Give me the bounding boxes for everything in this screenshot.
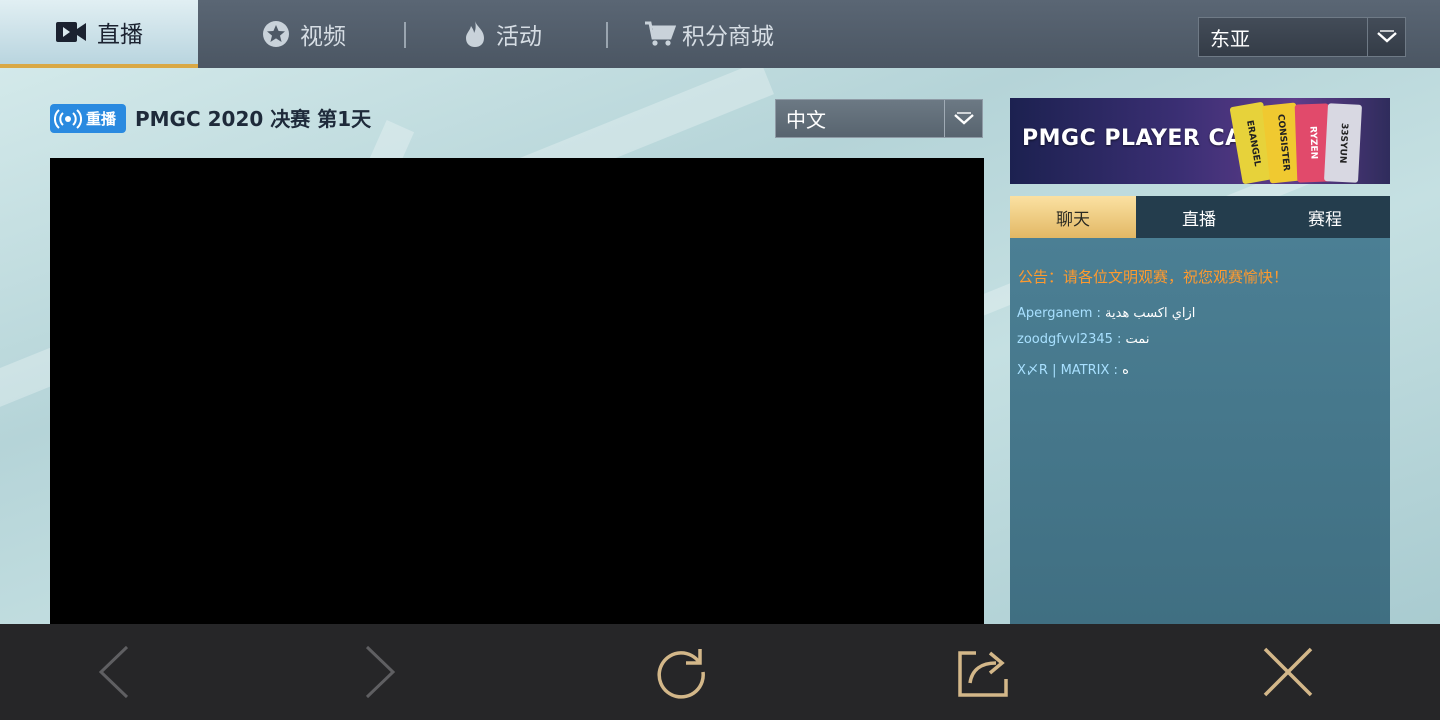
star-icon — [262, 20, 290, 48]
chat-notice: 公告：请各位文明观赛，祝您观赛愉快！ — [1018, 268, 1289, 286]
language-select[interactable]: 中文 — [775, 99, 983, 138]
back-button[interactable] — [86, 645, 142, 703]
browser-toolbar — [0, 624, 1440, 720]
player-cards-banner[interactable]: PMGC PLAYER CARDS ERANGEL CONSISTER RYZE… — [1010, 98, 1390, 184]
chevron-right-icon — [363, 645, 397, 703]
tab-video-label: 视频 — [300, 24, 346, 50]
replay-badge-label: 重播 — [86, 110, 117, 128]
tab-schedule[interactable]: 赛程 — [1262, 196, 1388, 238]
tab-separator — [606, 22, 608, 48]
side-panel-tabs: 聊天 直播 赛程 — [1010, 196, 1390, 245]
replay-badge: 重播 — [50, 104, 126, 133]
tab-video[interactable]: 视频 — [262, 0, 346, 68]
chat-text: ازاي اكسب هدية — [1105, 306, 1196, 321]
chat-text: نمت — [1125, 332, 1150, 347]
video-player[interactable] — [50, 158, 984, 624]
close-icon — [1261, 645, 1315, 703]
top-navigation: 直播 视频 活动 积分商城 东亚 — [0, 0, 1440, 68]
share-button[interactable] — [955, 646, 1011, 702]
refresh-button[interactable] — [653, 646, 709, 702]
chat-text: ه — [1122, 363, 1129, 378]
tab-separator — [404, 22, 406, 48]
chat-panel[interactable]: 公告：请各位文明观赛，祝您观赛愉快！ Aperganem : ازاي اكسب… — [1010, 238, 1390, 624]
chevron-left-icon — [97, 645, 131, 703]
close-button[interactable] — [1260, 646, 1316, 702]
forward-button[interactable] — [352, 645, 408, 703]
region-select[interactable]: 东亚 — [1198, 17, 1406, 57]
tab-event[interactable]: 活动 — [464, 0, 542, 68]
chat-username: zoodgfvvl2345 : — [1017, 332, 1122, 347]
chat-username: Aperganem : — [1017, 306, 1101, 321]
language-value: 中文 — [786, 108, 826, 132]
tab-live-list[interactable]: 直播 — [1136, 196, 1262, 238]
region-value: 东亚 — [1210, 26, 1250, 51]
chat-message: zoodgfvvl2345 : نمت — [1017, 332, 1149, 347]
flame-icon — [464, 20, 486, 48]
share-icon — [956, 645, 1010, 703]
chat-username: X〆R | MATRIX : — [1017, 363, 1118, 378]
tab-chat[interactable]: 聊天 — [1010, 196, 1136, 245]
chat-message: X〆R | MATRIX : ه — [1017, 359, 1129, 378]
tab-shop[interactable]: 积分商城 — [644, 0, 774, 68]
player-card: 33SYUN — [1323, 103, 1363, 183]
tab-live-label: 直播 — [97, 22, 143, 48]
chat-message: Aperganem : ازاي اكسب هدية — [1017, 306, 1195, 321]
stream-title: PMGC 2020 决赛 第1天 — [135, 107, 372, 131]
chevron-down-icon[interactable] — [944, 100, 982, 137]
tab-event-label: 活动 — [496, 24, 542, 50]
broadcast-icon — [54, 108, 82, 130]
tab-shop-label: 积分商城 — [682, 24, 774, 50]
chevron-down-icon[interactable] — [1367, 18, 1405, 56]
refresh-icon — [654, 645, 708, 703]
tab-live[interactable]: 直播 — [0, 0, 198, 68]
shopping-cart-icon — [644, 20, 676, 48]
video-camera-icon — [55, 20, 87, 44]
